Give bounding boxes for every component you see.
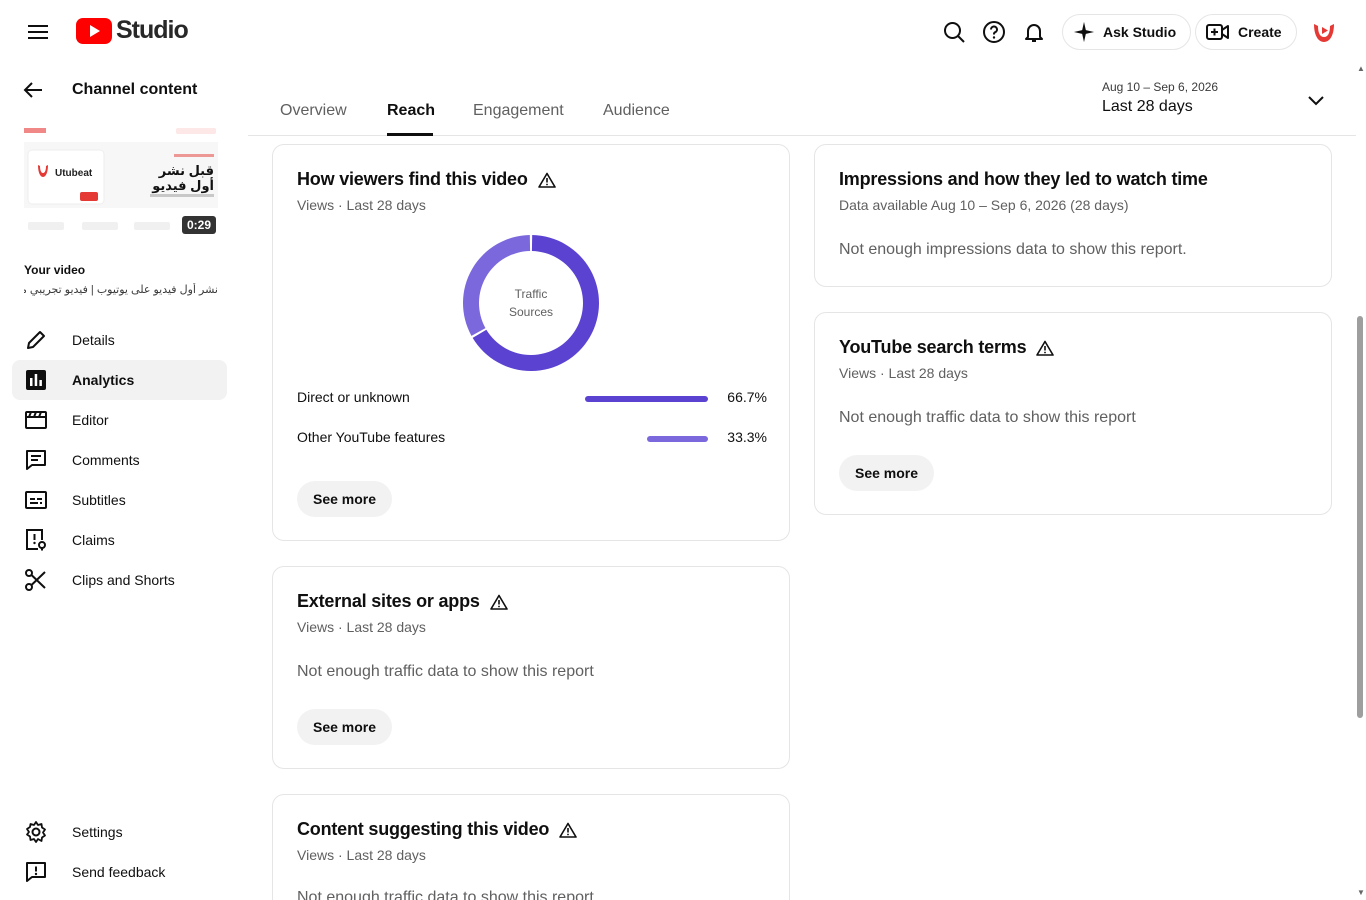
card-subtitle: Views · Last 28 days (297, 619, 426, 635)
clapperboard-icon (24, 408, 48, 432)
hamburger-icon (28, 25, 48, 39)
date-range-label: Last 28 days (1102, 98, 1193, 115)
notifications-button[interactable] (1018, 16, 1050, 48)
card-title: Impressions and how they led to watch ti… (839, 169, 1208, 189)
subtitles-icon (24, 488, 48, 512)
see-more-button[interactable]: See more (297, 709, 393, 745)
traffic-source-bar (585, 396, 708, 402)
tab-audience[interactable]: Audience (603, 102, 670, 120)
card-empty-message: Not enough traffic data to show this rep… (297, 889, 594, 900)
card-subtitle: Views · Last 28 days (839, 365, 968, 381)
search-button[interactable] (938, 16, 970, 48)
sidebar: Channel content Utubeat قبل نشر أول فيدي… (0, 64, 240, 900)
card-empty-message: Not enough traffic data to show this rep… (297, 663, 594, 680)
card-subtitle: Views · Last 28 days (297, 847, 426, 863)
sidebar-item-settings[interactable]: Settings (12, 812, 227, 852)
card-subtitle: Data available Aug 10 – Sep 6, 2026 (28 … (839, 197, 1129, 213)
sidebar-item-editor[interactable]: Editor (12, 400, 227, 440)
donut-center-label: Traffic Sources (508, 287, 554, 319)
card-subtitle: Views · Last 28 days (297, 197, 426, 213)
video-title[interactable]: نشر أول فيديو على يوتيوب | فيديو تجريبي … (24, 283, 218, 296)
thumbnail-arabic-line2: أول فيديو (152, 178, 214, 193)
sparkle-icon (1073, 21, 1095, 43)
traffic-source-row[interactable]: Other YouTube features 33.3% (297, 427, 767, 447)
create-button[interactable]: Create (1195, 14, 1297, 50)
scissors-icon (24, 568, 48, 592)
card-title: External sites or apps (297, 591, 508, 612)
see-more-button[interactable]: See more (297, 481, 393, 517)
top-header: Studio Ask Studio Create (0, 0, 1366, 64)
back-to-channel-content[interactable]: Channel content (22, 78, 197, 102)
sidebar-item-clips-and-shorts[interactable]: Clips and Shorts (12, 560, 227, 600)
active-tab-indicator (387, 133, 433, 136)
traffic-source-row[interactable]: Direct or unknown 66.7% (297, 387, 767, 407)
warning-icon[interactable] (1036, 340, 1055, 356)
card-title: Content suggesting this video (297, 819, 578, 840)
warning-icon[interactable] (489, 594, 508, 610)
thumbnail-arabic-line1: قبل نشر (158, 163, 214, 178)
sidebar-item-details[interactable]: Details (12, 320, 227, 360)
bell-icon (1025, 24, 1043, 42)
pencil-icon (24, 328, 48, 352)
tab-overview[interactable]: Overview (280, 102, 347, 120)
scroll-down-arrow[interactable]: ▼ (1356, 888, 1366, 898)
sidebar-item-claims[interactable]: Claims (12, 520, 227, 560)
sidebar-item-send-feedback[interactable]: Send feedback (12, 852, 227, 892)
warning-icon[interactable] (537, 172, 556, 188)
sidebar-item-subtitles[interactable]: Subtitles (12, 480, 227, 520)
thumbnail-brand: Utubeat (55, 168, 93, 179)
card-empty-message: Not enough impressions data to show this… (839, 241, 1187, 258)
account-avatar[interactable] (1308, 16, 1340, 48)
traffic-sources-donut[interactable]: Traffic Sources (461, 233, 601, 373)
traffic-source-bar (647, 436, 708, 442)
search-icon (944, 22, 965, 43)
help-icon (983, 21, 1005, 43)
hamburger-menu-button[interactable] (22, 16, 54, 48)
analytics-icon (24, 368, 48, 392)
video-add-icon (1206, 24, 1229, 40)
external-sites-card: External sites or apps Views · Last 28 d… (272, 566, 790, 769)
sidebar-item-comments[interactable]: Comments (12, 440, 227, 480)
your-video-label: Your video (24, 263, 86, 277)
search-terms-card: YouTube search terms Views · Last 28 day… (814, 312, 1332, 515)
help-button[interactable] (978, 16, 1010, 48)
card-title: YouTube search terms (839, 337, 1055, 358)
scroll-up-arrow[interactable]: ▲ (1356, 64, 1366, 74)
sidebar-item-analytics[interactable]: Analytics (12, 360, 227, 400)
logo-text: Studio (116, 16, 189, 44)
card-empty-message: Not enough traffic data to show this rep… (839, 409, 1136, 426)
studio-logo[interactable]: Studio (76, 16, 189, 45)
traffic-sources-card: How viewers find this video Views · Last… (272, 144, 790, 541)
claims-icon (24, 528, 48, 552)
video-thumbnail[interactable]: Utubeat قبل نشر أول فيديو 0:29 (24, 124, 218, 244)
analytics-tabs: Overview Reach Engagement Audience Aug 1… (248, 64, 1356, 136)
tab-reach[interactable]: Reach (387, 102, 435, 120)
feedback-icon (24, 860, 48, 884)
tab-engagement[interactable]: Engagement (473, 102, 564, 120)
comment-icon (24, 448, 48, 472)
youtube-logo-icon (76, 17, 112, 44)
ask-studio-button[interactable]: Ask Studio (1062, 14, 1192, 50)
impressions-card: Impressions and how they led to watch ti… (814, 144, 1332, 287)
warning-icon[interactable] (559, 822, 578, 838)
card-title: How viewers find this video (297, 169, 556, 190)
arrow-left-icon (23, 82, 42, 98)
date-range-selector[interactable]: Aug 10 – Sep 6, 2026 Last 28 days (1102, 80, 1332, 120)
gear-icon (24, 820, 48, 844)
see-more-button[interactable]: See more (839, 455, 935, 491)
content-suggesting-card: Content suggesting this video Views · La… (272, 794, 790, 900)
scrollbar-thumb[interactable] (1357, 316, 1363, 718)
video-duration-badge: 0:29 (181, 216, 216, 234)
chevron-down-icon[interactable] (1304, 88, 1328, 112)
date-range-dates: Aug 10 – Sep 6, 2026 (1102, 80, 1219, 94)
channel-logo-icon (1314, 24, 1334, 42)
